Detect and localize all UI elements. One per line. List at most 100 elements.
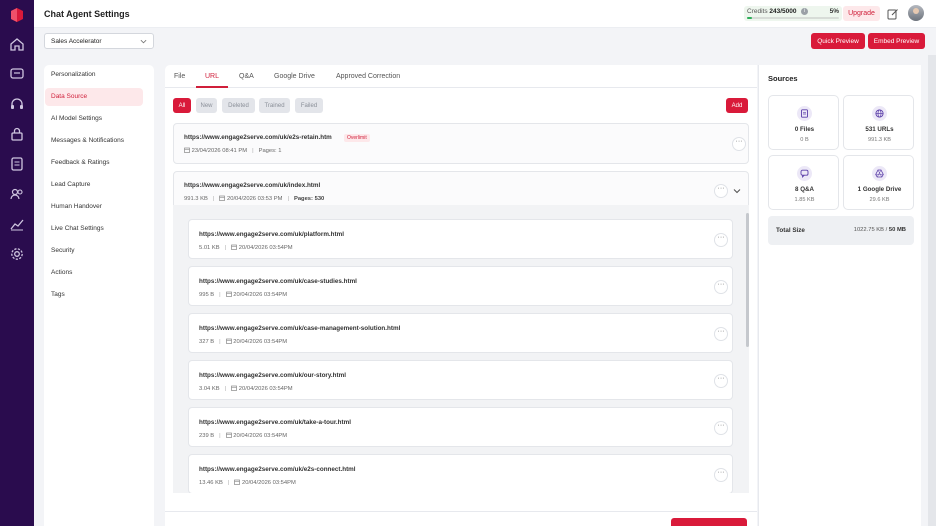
- upgrade-button[interactable]: Upgrade: [843, 6, 880, 21]
- child-url-link[interactable]: https://www.engage2serve.com/uk/platform…: [199, 231, 344, 238]
- nav-item-messages-notifications[interactable]: Messages & Notifications: [45, 132, 143, 150]
- source-size: 0 B: [800, 137, 809, 143]
- headset-icon[interactable]: [9, 96, 25, 112]
- calendar-icon: [225, 338, 232, 344]
- chat-bubble-icon[interactable]: [9, 66, 25, 82]
- more-options-icon[interactable]: ···: [714, 468, 728, 482]
- chevron-down-icon[interactable]: [733, 187, 741, 195]
- source-count: 0 Files: [794, 126, 815, 133]
- nav-item-personalization[interactable]: Personalization: [45, 66, 143, 84]
- url-item[interactable]: https://www.engage2serve.com/uk/e2s-reta…: [173, 123, 749, 164]
- pages-label: Pages:: [258, 148, 277, 154]
- edit-icon[interactable]: [887, 8, 899, 20]
- credits-value: 243/5000: [769, 8, 797, 15]
- users-icon[interactable]: [9, 186, 25, 202]
- total-size-label: Total Size: [776, 227, 805, 234]
- agent-select[interactable]: Sales Accelerator: [44, 33, 154, 49]
- source-count: 1 Google Drive: [857, 186, 902, 193]
- more-options-icon[interactable]: ···: [714, 421, 728, 435]
- more-options-icon[interactable]: ···: [714, 280, 728, 294]
- child-url-link[interactable]: https://www.engage2serve.com/uk/take-a-t…: [199, 419, 351, 426]
- child-url-date: 20/04/2026 03:54PM: [238, 386, 293, 392]
- tab-file[interactable]: File: [174, 73, 185, 80]
- filter-new[interactable]: New: [196, 98, 217, 113]
- credits-label: Credits: [747, 8, 768, 15]
- child-url-item[interactable]: https://www.engage2serve.com/uk/platform…: [188, 219, 733, 259]
- total-separator: /: [885, 227, 888, 233]
- source-card-files[interactable]: 0 Files 0 B: [768, 95, 839, 150]
- child-url-size: 5.01 KB: [199, 245, 220, 251]
- add-url-button[interactable]: Add: [726, 98, 748, 113]
- child-url-item[interactable]: https://www.engage2serve.com/uk/take-a-t…: [188, 407, 733, 447]
- source-size: 1.85 KB: [794, 197, 815, 203]
- child-url-list[interactable]: https://www.engage2serve.com/uk/platform…: [173, 205, 749, 493]
- source-card-google-drive[interactable]: 1 Google Drive 29.6 KB: [843, 155, 914, 210]
- child-url-link[interactable]: https://www.engage2serve.com/uk/our-stor…: [199, 372, 346, 379]
- child-url-link[interactable]: https://www.engage2serve.com/uk/case-stu…: [199, 278, 357, 285]
- filter-trained[interactable]: Trained: [259, 98, 290, 113]
- tab-google-drive[interactable]: Google Drive: [274, 73, 315, 80]
- source-count: 8 Q&A: [795, 186, 814, 193]
- nav-item-data-source[interactable]: Data Source: [45, 88, 143, 106]
- footer-divider: [165, 511, 757, 512]
- url-link[interactable]: https://www.engage2serve.com/uk/e2s-reta…: [184, 134, 332, 141]
- url-date: 23/04/2026 08:41 PM: [191, 148, 248, 154]
- child-url-link[interactable]: https://www.engage2serve.com/uk/case-man…: [199, 325, 400, 332]
- more-options-icon[interactable]: ···: [714, 327, 728, 341]
- child-url-link[interactable]: https://www.engage2serve.com/uk/e2s-conn…: [199, 466, 356, 473]
- page-scrollbar[interactable]: [928, 55, 936, 526]
- tab-qa[interactable]: Q&A: [239, 73, 254, 80]
- calendar-icon: [219, 195, 226, 201]
- nav-item-security[interactable]: Security: [45, 242, 143, 260]
- nav-item-tags[interactable]: Tags: [45, 286, 143, 304]
- child-url-item[interactable]: https://www.engage2serve.com/uk/e2s-conn…: [188, 454, 733, 493]
- pages-count: 530: [314, 196, 325, 202]
- home-icon[interactable]: [9, 36, 25, 52]
- child-url-item[interactable]: https://www.engage2serve.com/uk/our-stor…: [188, 360, 733, 400]
- document-icon[interactable]: [9, 156, 25, 172]
- footer-action-button[interactable]: [671, 518, 747, 526]
- child-url-size: 327 B: [199, 339, 215, 345]
- user-avatar[interactable]: [908, 5, 924, 21]
- credits-meter: Credits 243/5000 i 5%: [744, 6, 842, 21]
- nav-item-lead-capture[interactable]: Lead Capture: [45, 176, 143, 194]
- filter-deleted[interactable]: Deleted: [222, 98, 255, 113]
- nav-item-feedback-ratings[interactable]: Feedback & Ratings: [45, 154, 143, 172]
- more-options-icon[interactable]: ···: [714, 374, 728, 388]
- analytics-icon[interactable]: [9, 216, 25, 232]
- source-card-urls[interactable]: 531 URLs 991.3 KB: [843, 95, 914, 150]
- info-icon[interactable]: i: [801, 8, 808, 15]
- more-options-icon[interactable]: ···: [714, 233, 728, 247]
- filter-failed[interactable]: Failed: [295, 98, 323, 113]
- overlimit-badge: Overlimit: [344, 134, 370, 142]
- sources-title: Sources: [768, 74, 798, 83]
- source-card-qa[interactable]: 8 Q&A 1.85 KB: [768, 155, 839, 210]
- embed-preview-button[interactable]: Embed Preview: [868, 33, 925, 49]
- more-options-icon[interactable]: ···: [732, 137, 746, 151]
- tab-approved-correction[interactable]: Approved Correction: [336, 73, 400, 80]
- agent-select-value: Sales Accelerator: [51, 38, 102, 45]
- child-url-date: 20/04/2026 03:54PM: [233, 339, 288, 345]
- lock-bag-icon[interactable]: [9, 126, 25, 142]
- nav-item-human-handover[interactable]: Human Handover: [45, 198, 143, 216]
- calendar-icon: [225, 291, 232, 297]
- settings-gear-icon[interactable]: [9, 246, 25, 262]
- list-scrollbar[interactable]: [746, 213, 749, 347]
- total-limit: 50 MB: [888, 227, 906, 233]
- tab-url[interactable]: URL: [205, 73, 219, 80]
- nav-item-live-chat-settings[interactable]: Live Chat Settings: [45, 220, 143, 238]
- settings-nav: Personalization Data Source AI Model Set…: [44, 65, 154, 526]
- filter-all[interactable]: All: [173, 98, 191, 113]
- more-options-icon[interactable]: ···: [714, 184, 728, 198]
- source-size: 29.6 KB: [869, 197, 890, 203]
- nav-item-ai-model-settings[interactable]: AI Model Settings: [45, 110, 143, 128]
- child-url-date: 20/04/2026 03:54PM: [233, 433, 288, 439]
- calendar-icon: [225, 432, 232, 438]
- chevron-down-icon: [140, 39, 147, 44]
- child-url-item[interactable]: https://www.engage2serve.com/uk/case-man…: [188, 313, 733, 353]
- nav-item-actions[interactable]: Actions: [45, 264, 143, 282]
- quick-preview-button[interactable]: Quick Preview: [811, 33, 865, 49]
- child-url-date: 20/04/2026 03:54PM: [238, 245, 293, 251]
- url-link[interactable]: https://www.engage2serve.com/uk/index.ht…: [184, 182, 320, 189]
- child-url-item[interactable]: https://www.engage2serve.com/uk/case-stu…: [188, 266, 733, 306]
